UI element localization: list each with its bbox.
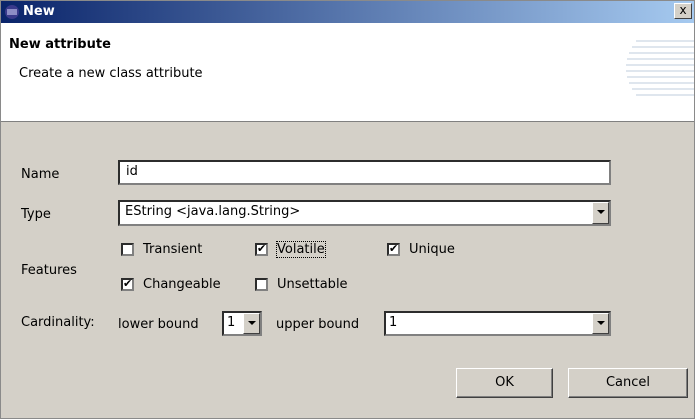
checkbox-box[interactable] [255,278,268,291]
upper-bound-value: 1 [389,315,398,330]
upper-bound-select[interactable]: 1 [384,311,611,336]
checkbox-box[interactable] [255,242,268,256]
features-label: Features [21,263,77,278]
unique-label: Unique [409,242,455,257]
title-bar[interactable]: New x [1,1,694,23]
cancel-button[interactable]: Cancel [568,368,688,398]
banner-description: Create a new class attribute [19,66,203,81]
lower-bound-value: 1 [227,315,236,330]
lower-bound-label: lower bound [118,317,199,332]
checkbox-box[interactable] [121,243,134,256]
wizard-banner-icon [626,40,694,96]
checkbox-box[interactable] [121,277,134,291]
new-attribute-dialog: New x New attribute Create a new class a… [0,0,695,419]
chevron-down-icon[interactable] [592,313,609,334]
type-select[interactable]: EString <java.lang.String> [118,200,611,226]
cardinality-label: Cardinality: [21,315,95,330]
unique-checkbox[interactable]: Unique [387,242,487,260]
lower-bound-select[interactable]: 1 [222,311,262,336]
name-label: Name [21,167,60,182]
transient-checkbox[interactable]: Transient [121,242,241,260]
eclipse-icon [5,5,19,19]
close-icon: x [679,3,687,17]
chevron-down-icon[interactable] [243,313,260,334]
changeable-label: Changeable [143,277,221,292]
changeable-checkbox[interactable]: Changeable [121,277,251,295]
upper-bound-label: upper bound [276,317,360,332]
unsettable-label: Unsettable [277,277,348,292]
window-title: New [23,4,55,19]
volatile-checkbox[interactable]: Volatile [255,241,365,260]
close-button[interactable]: x [674,3,692,19]
chevron-down-icon[interactable] [592,202,609,224]
type-value: EString <java.lang.String> [125,204,301,219]
unsettable-checkbox[interactable]: Unsettable [255,277,375,295]
transient-label: Transient [143,242,203,257]
header-banner: New attribute Create a new class attribu… [1,23,694,122]
name-input[interactable]: id [118,160,611,185]
banner-title: New attribute [9,37,111,52]
checkbox-box[interactable] [387,242,400,256]
volatile-label: Volatile [276,241,326,258]
ok-button[interactable]: OK [456,368,553,398]
type-label: Type [21,207,51,222]
